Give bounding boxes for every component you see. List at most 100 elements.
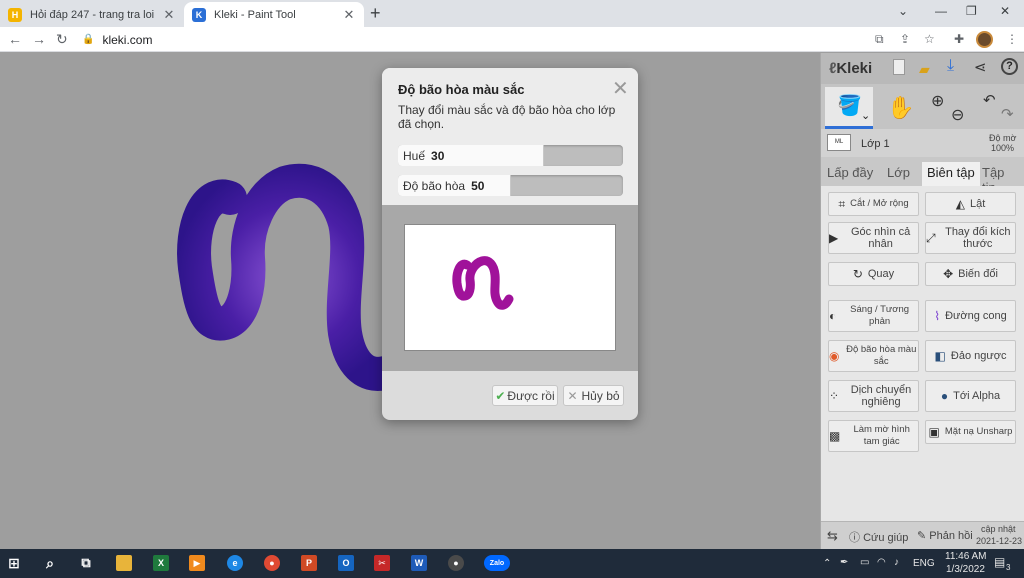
rotate-button[interactable]: ↻ Quay — [828, 262, 919, 286]
saturation-slider[interactable]: Độ bão hòa 50 — [398, 175, 623, 196]
zoom-out-icon[interactable]: ⊖ — [951, 105, 964, 125]
pen-icon[interactable]: ✒ — [840, 557, 848, 568]
crop-extend-button[interactable]: ⌗ Cắt / Mở rộng — [828, 192, 919, 216]
transform-button[interactable]: ✥ Biến đổi — [925, 262, 1016, 286]
volume-icon[interactable]: ♪ — [894, 557, 899, 568]
invert-icon: ◧ — [934, 349, 946, 363]
translate-icon[interactable]: ⧉ — [875, 32, 884, 47]
search-icon[interactable]: ⌕ — [42, 555, 58, 571]
ok-button[interactable]: ✔ Được rồi — [492, 385, 558, 406]
browser-tab-kleki[interactable]: K Kleki - Paint Tool ✕ — [184, 2, 364, 27]
outlook-icon[interactable]: O — [338, 555, 354, 571]
tab-file[interactable]: Tập tin — [977, 162, 1024, 195]
redo-icon[interactable]: ↷ — [1001, 105, 1014, 123]
share-icon[interactable]: ⇪ — [900, 32, 910, 46]
file-explorer-icon[interactable] — [116, 555, 132, 571]
snipping-tool-icon[interactable]: ✂ — [374, 555, 390, 571]
swap-arrows-icon[interactable]: ⇆ — [827, 528, 838, 544]
menu-kebab-icon[interactable]: ⋮ — [1006, 32, 1018, 46]
tab-edit[interactable]: Biên tập — [922, 162, 980, 186]
invert-button[interactable]: ◧ Đảo ngược — [925, 340, 1016, 372]
excel-icon[interactable]: X — [153, 555, 169, 571]
zalo-icon[interactable]: Zalo — [484, 555, 510, 571]
perspective-button[interactable]: ▶ Góc nhìn cả nhân — [828, 222, 919, 254]
powerpoint-icon[interactable]: P — [301, 555, 317, 571]
brightness-contrast-button[interactable]: ◐ Sáng / Tương phản — [828, 300, 919, 332]
address-bar[interactable]: 🔒 kleki.com — [82, 30, 862, 49]
forward-arrow-icon[interactable]: → — [32, 31, 46, 47]
feedback-icon: ✎ — [917, 530, 927, 542]
hue-slider-label: Huế 30 — [403, 149, 445, 163]
transform-icon: ✥ — [943, 267, 954, 281]
to-alpha-button[interactable]: ● Tới Alpha — [925, 380, 1016, 412]
restore-window-icon[interactable]: ❐ — [966, 4, 977, 18]
tab-title: Kleki - Paint Tool — [214, 8, 296, 21]
triangle-blur-button[interactable]: ▩ Làm mờ hình tam giác — [828, 420, 919, 452]
fill-tool[interactable]: 🪣 ⌄ — [825, 87, 873, 129]
layer-row[interactable]: ML Lớp 1 Độ mờ 100% — [821, 129, 1024, 157]
language-indicator[interactable]: ENG — [913, 558, 935, 569]
dialog-title: Độ bão hòa màu sắc — [398, 82, 525, 97]
word-icon[interactable]: W — [411, 555, 427, 571]
close-tab-icon[interactable]: ✕ — [162, 7, 176, 23]
zoom-in-icon[interactable]: ⊕ — [931, 91, 944, 111]
battery-icon[interactable]: ▭ — [860, 557, 869, 568]
curves-button[interactable]: ⌇ Đường cong — [925, 300, 1016, 332]
dialog-description: Thay đổi màu sắc và độ bão hòa cho lớp đ… — [398, 103, 616, 131]
clock-date[interactable]: 1/3/2022 — [946, 564, 985, 575]
saturation-slider-value: 50 — [471, 179, 485, 193]
resize-button[interactable]: ⤢ Thay đổi kích thước — [925, 222, 1016, 254]
undo-icon[interactable]: ↶ — [983, 91, 996, 109]
resize-icon: ⤢ — [926, 231, 936, 245]
folder-icon[interactable]: ▰ — [919, 61, 930, 78]
feedback-button[interactable]: ✎ Phản hồi — [917, 529, 973, 542]
panel-footer: ⇆ ⓘ Cứu giúp ✎ Phản hồi cập nhật 2021-12… — [821, 521, 1024, 549]
help-button[interactable]: ⓘ Cứu giúp — [849, 529, 908, 545]
chrome-icon[interactable]: ● — [264, 555, 280, 571]
windows-start-icon[interactable]: ⊞ — [6, 555, 22, 571]
clock-time[interactable]: 11:46 AM — [945, 551, 987, 562]
cancel-button[interactable]: ✕ Hủy bỏ — [563, 385, 624, 406]
brightness-icon: ◐ — [829, 309, 837, 323]
bookmark-star-icon[interactable]: ☆ — [924, 32, 935, 46]
close-tab-icon[interactable]: ✕ — [342, 7, 356, 23]
hue-slider[interactable]: Huế 30 — [398, 145, 623, 166]
layer-name: Lớp 1 — [861, 138, 890, 150]
reload-icon[interactable]: ↻ — [56, 31, 68, 48]
help-icon[interactable]: ? — [1001, 58, 1018, 75]
browser-toolbar: ← → ↻ 🔒 kleki.com ⧉ ⇪ ☆ ✚ ⋮ — [0, 27, 1024, 52]
new-tab-plus-icon[interactable]: + — [370, 3, 381, 24]
extensions-puzzle-icon[interactable]: ✚ — [954, 32, 964, 46]
hand-tool-icon[interactable]: ✋ — [887, 95, 914, 121]
hue-saturation-button[interactable]: ◉ Độ bão hòa màu sắc — [828, 340, 919, 372]
tab-layers[interactable]: Lớp — [882, 162, 915, 186]
task-view-icon[interactable]: ⧉ — [78, 555, 94, 571]
close-icon[interactable]: ✕ — [612, 76, 629, 101]
tab-fill[interactable]: Lấp đầy — [822, 162, 878, 186]
saturation-slider-label: Độ bão hòa 50 — [403, 179, 485, 193]
triangle-blur-icon: ▩ — [829, 429, 841, 443]
layer-thumbnail: ML — [827, 134, 851, 151]
paint-bucket-icon: 🪣 — [837, 95, 862, 117]
close-window-icon[interactable]: ✕ — [1000, 4, 1010, 18]
flip-button[interactable]: ◭ Lật — [925, 192, 1016, 216]
tray-chevron-icon[interactable]: ⌃ — [823, 558, 831, 569]
share-icon[interactable]: ⋖ — [974, 58, 987, 76]
to-alpha-icon: ● — [940, 389, 949, 403]
chrome-profile-icon[interactable]: ● — [448, 555, 464, 571]
tab-search-chevron-icon[interactable]: ⌄ — [898, 4, 908, 18]
minimize-window-icon[interactable]: — — [935, 4, 947, 18]
profile-avatar[interactable] — [976, 31, 993, 48]
media-player-icon[interactable]: ▶ — [189, 555, 205, 571]
download-icon[interactable]: ⤓ — [947, 57, 954, 75]
edge-icon[interactable]: e — [227, 555, 243, 571]
notification-icon[interactable]: ▤ — [994, 555, 1005, 569]
wifi-icon[interactable]: ◠ — [877, 557, 886, 568]
new-image-icon[interactable] — [893, 59, 905, 75]
update-date: 2021-12-23 — [976, 536, 1023, 546]
edit-tab-content: ⌗ Cắt / Mở rộng ◭ Lật ▶ Góc nhìn cả nhân ⤢ T… — [821, 186, 1024, 521]
unsharp-mask-button[interactable]: ▣ Mặt nạ Unsharp — [925, 420, 1016, 444]
browser-tab-hoidap[interactable]: H Hỏi đáp 247 - trang tra loi ✕ — [0, 2, 184, 27]
back-arrow-icon[interactable]: ← — [8, 31, 22, 47]
tilt-shift-button[interactable]: ⁘ Dịch chuyển nghiêng — [828, 380, 919, 412]
